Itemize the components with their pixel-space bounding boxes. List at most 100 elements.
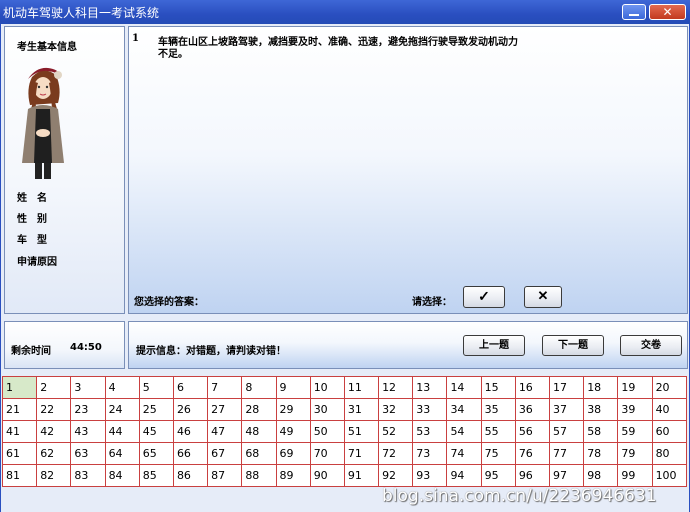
question-cell[interactable]: 89 (275, 464, 311, 487)
question-cell[interactable]: 91 (343, 464, 380, 487)
question-cell[interactable]: 61 (1, 442, 38, 465)
question-cell[interactable]: 64 (104, 442, 140, 465)
question-cell[interactable]: 49 (275, 420, 311, 443)
question-cell[interactable]: 50 (309, 420, 345, 443)
question-cell[interactable]: 78 (583, 442, 619, 465)
question-cell[interactable]: 92 (378, 464, 414, 487)
question-cell[interactable]: 84 (104, 464, 140, 487)
question-cell[interactable]: 82 (36, 464, 72, 487)
question-cell[interactable]: 42 (36, 420, 72, 443)
question-cell[interactable]: 3 (70, 376, 106, 399)
question-cell[interactable]: 2 (36, 376, 72, 399)
question-cell[interactable]: 32 (378, 398, 414, 421)
question-cell[interactable]: 98 (583, 464, 619, 487)
question-cell[interactable]: 60 (651, 420, 688, 443)
question-cell[interactable]: 47 (207, 420, 243, 443)
question-cell[interactable]: 27 (207, 398, 243, 421)
question-cell[interactable]: 15 (480, 376, 516, 399)
question-cell[interactable]: 86 (172, 464, 209, 487)
question-cell[interactable]: 14 (446, 376, 482, 399)
question-cell[interactable]: 37 (548, 398, 585, 421)
question-cell[interactable]: 59 (617, 420, 653, 443)
question-cell[interactable]: 10 (309, 376, 345, 399)
question-cell[interactable]: 51 (343, 420, 380, 443)
question-cell[interactable]: 62 (36, 442, 72, 465)
question-cell[interactable]: 87 (207, 464, 243, 487)
question-cell[interactable]: 54 (446, 420, 482, 443)
minimize-button[interactable] (622, 4, 646, 20)
question-cell[interactable]: 100 (651, 464, 688, 487)
question-cell[interactable]: 18 (583, 376, 619, 399)
question-cell[interactable]: 28 (241, 398, 277, 421)
question-cell[interactable]: 38 (583, 398, 619, 421)
question-cell[interactable]: 56 (514, 420, 551, 443)
question-cell[interactable]: 5 (138, 376, 174, 399)
question-cell[interactable]: 63 (70, 442, 106, 465)
question-cell[interactable]: 75 (480, 442, 516, 465)
question-cell[interactable]: 43 (70, 420, 106, 443)
question-cell[interactable]: 93 (412, 464, 448, 487)
question-cell[interactable]: 73 (412, 442, 448, 465)
next-question-button[interactable]: 下一题 (542, 335, 604, 356)
question-cell[interactable]: 6 (172, 376, 209, 399)
question-cell[interactable]: 25 (138, 398, 174, 421)
question-cell[interactable]: 13 (412, 376, 448, 399)
question-cell[interactable]: 85 (138, 464, 174, 487)
question-cell[interactable]: 66 (172, 442, 209, 465)
question-cell[interactable]: 55 (480, 420, 516, 443)
question-cell[interactable]: 34 (446, 398, 482, 421)
question-cell[interactable]: 81 (1, 464, 38, 487)
question-cell[interactable]: 96 (514, 464, 551, 487)
question-cell[interactable]: 22 (36, 398, 72, 421)
question-cell[interactable]: 77 (548, 442, 585, 465)
question-cell[interactable]: 52 (378, 420, 414, 443)
question-cell[interactable]: 1 (1, 376, 38, 399)
question-cell[interactable]: 17 (548, 376, 585, 399)
submit-exam-button[interactable]: 交卷 (620, 335, 682, 356)
question-cell[interactable]: 71 (343, 442, 380, 465)
question-cell[interactable]: 76 (514, 442, 551, 465)
question-cell[interactable]: 57 (548, 420, 585, 443)
question-cell[interactable]: 53 (412, 420, 448, 443)
question-cell[interactable]: 70 (309, 442, 345, 465)
question-cell[interactable]: 33 (412, 398, 448, 421)
question-cell[interactable]: 65 (138, 442, 174, 465)
question-cell[interactable]: 39 (617, 398, 653, 421)
question-cell[interactable]: 95 (480, 464, 516, 487)
question-cell[interactable]: 74 (446, 442, 482, 465)
question-cell[interactable]: 8 (241, 376, 277, 399)
question-cell[interactable]: 7 (207, 376, 243, 399)
prev-question-button[interactable]: 上一题 (463, 335, 525, 356)
question-cell[interactable]: 88 (241, 464, 277, 487)
question-cell[interactable]: 26 (172, 398, 209, 421)
question-cell[interactable]: 36 (514, 398, 551, 421)
answer-true-button[interactable]: ✓ (463, 286, 505, 308)
question-cell[interactable]: 79 (617, 442, 653, 465)
close-button[interactable]: ✕ (649, 4, 686, 20)
question-cell[interactable]: 31 (343, 398, 380, 421)
question-cell[interactable]: 4 (104, 376, 140, 399)
answer-false-button[interactable]: ✕ (524, 286, 562, 308)
question-cell[interactable]: 94 (446, 464, 482, 487)
question-cell[interactable]: 99 (617, 464, 653, 487)
question-cell[interactable]: 11 (343, 376, 380, 399)
question-cell[interactable]: 40 (651, 398, 688, 421)
question-cell[interactable]: 45 (138, 420, 174, 443)
question-cell[interactable]: 20 (651, 376, 688, 399)
question-cell[interactable]: 48 (241, 420, 277, 443)
question-cell[interactable]: 80 (651, 442, 688, 465)
question-cell[interactable]: 58 (583, 420, 619, 443)
question-cell[interactable]: 90 (309, 464, 345, 487)
question-cell[interactable]: 72 (378, 442, 414, 465)
question-cell[interactable]: 30 (309, 398, 345, 421)
question-cell[interactable]: 19 (617, 376, 653, 399)
question-cell[interactable]: 23 (70, 398, 106, 421)
question-cell[interactable]: 24 (104, 398, 140, 421)
question-cell[interactable]: 35 (480, 398, 516, 421)
question-cell[interactable]: 83 (70, 464, 106, 487)
question-cell[interactable]: 68 (241, 442, 277, 465)
question-cell[interactable]: 67 (207, 442, 243, 465)
question-cell[interactable]: 9 (275, 376, 311, 399)
question-cell[interactable]: 69 (275, 442, 311, 465)
question-cell[interactable]: 41 (1, 420, 38, 443)
